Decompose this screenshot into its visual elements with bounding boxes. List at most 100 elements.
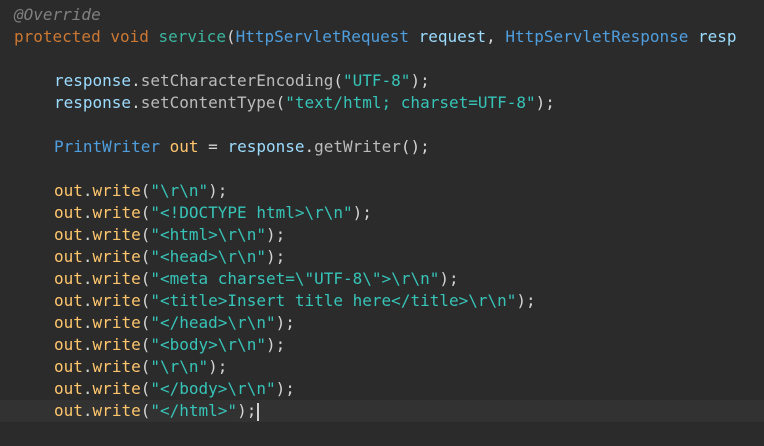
response-ref: response [54, 71, 132, 90]
paren-open: ( [333, 71, 343, 90]
method-call: write [92, 247, 141, 266]
code-line-method-signature[interactable]: protected void service(HttpServletReques… [0, 26, 764, 48]
dot: . [82, 225, 93, 244]
dot: . [82, 335, 93, 354]
code-line-set-content-type[interactable]: response.setContentType("text/html; char… [0, 92, 764, 114]
param-type-response: HttpServletResponse [505, 27, 689, 46]
keyword-protected: protected [14, 27, 101, 46]
string-literal: "<html>\r\n" [150, 225, 266, 244]
method-call: write [92, 357, 141, 376]
out-ref: out [54, 401, 83, 420]
out-ref: out [54, 379, 83, 398]
method-call: write [92, 181, 141, 200]
dot: . [304, 137, 315, 156]
method-call: write [92, 313, 141, 332]
code-line-write[interactable]: out.write("<meta charset=\"UTF-8\">\r\n"… [0, 268, 764, 290]
dot: . [131, 71, 141, 90]
code-line-set-encoding[interactable]: response.setCharacterEncoding("UTF-8"); [0, 70, 764, 92]
string-literal: "<title>Insert title here</title>\r\n" [150, 291, 517, 310]
statement-end: ); [535, 93, 555, 112]
out-ref: out [54, 357, 83, 376]
method-call: write [92, 379, 141, 398]
dot: . [82, 181, 93, 200]
statement-end: ); [208, 357, 228, 376]
out-ref: out [54, 313, 83, 332]
paren-open: ( [140, 357, 151, 376]
paren-open: ( [140, 335, 151, 354]
statement-end: ); [208, 181, 228, 200]
string-literal: "\r\n" [150, 181, 209, 200]
string-literal: "<meta charset=\"UTF-8\">\r\n" [150, 269, 440, 288]
paren-open: ( [140, 379, 151, 398]
param-name-response: resp [698, 27, 737, 46]
text-cursor [257, 402, 260, 421]
dot: . [82, 379, 93, 398]
code-line-writer-decl[interactable]: PrintWriter out = response.getWriter(); [0, 136, 764, 158]
dot: . [131, 93, 141, 112]
code-line-write[interactable]: out.write("<title>Insert title here</tit… [0, 290, 764, 312]
method-call: getWriter [314, 137, 401, 156]
assign-operator: = [208, 137, 218, 156]
code-line-write[interactable]: out.write("</body>\r\n"); [0, 378, 764, 400]
method-call: write [92, 335, 141, 354]
response-ref: response [54, 93, 132, 112]
out-ref: out [54, 181, 83, 200]
param-name-request: request [418, 27, 487, 46]
paren-open: ( [140, 181, 151, 200]
statement-end: ); [275, 313, 295, 332]
string-literal: "UTF-8" [343, 71, 411, 90]
statement-end: ); [410, 71, 430, 90]
string-literal: "text/html; charset=UTF-8" [285, 93, 536, 112]
paren-open: ( [140, 203, 151, 222]
statement-end: ); [439, 269, 459, 288]
dot: . [82, 247, 93, 266]
method-call: write [92, 291, 141, 310]
keyword-void: void [110, 27, 149, 46]
code-editor[interactable]: @Override protected void service(HttpSer… [0, 0, 764, 446]
method-call: write [92, 269, 141, 288]
method-call: setContentType [140, 93, 276, 112]
code-line-write[interactable]: out.write("\r\n"); [0, 356, 764, 378]
statement-end: ); [275, 379, 295, 398]
string-literal: "</html>" [150, 401, 238, 420]
out-ref: out [54, 291, 83, 310]
code-line-write[interactable]: out.write("<html>\r\n"); [0, 224, 764, 246]
dot: . [82, 401, 93, 420]
statement-end: ); [237, 401, 257, 420]
response-ref: response [227, 137, 305, 156]
method-name: service [158, 27, 226, 46]
statement-end: ); [516, 291, 536, 310]
string-literal: "\r\n" [150, 357, 209, 376]
code-line-write[interactable]: out.write("</head>\r\n"); [0, 312, 764, 334]
paren-open: ( [275, 93, 286, 112]
code-line-write[interactable]: out.write("<body>\r\n"); [0, 334, 764, 356]
paren-open: ( [140, 291, 151, 310]
paren-open: ( [140, 247, 151, 266]
paren-open: ( [140, 313, 151, 332]
comma: , [486, 27, 496, 46]
code-line-write-current[interactable]: out.write("</html>"); [0, 400, 764, 422]
statement-end: ); [265, 247, 286, 266]
out-ref: out [54, 247, 83, 266]
annotation-token: @Override [14, 5, 101, 24]
string-literal: "<body>\r\n" [150, 335, 266, 354]
string-literal: "</head>\r\n" [150, 313, 276, 332]
code-line-annotation[interactable]: @Override [0, 4, 764, 26]
string-literal: "</body>\r\n" [150, 379, 276, 398]
code-line-write[interactable]: out.write("<!DOCTYPE html>\r\n"); [0, 202, 764, 224]
paren-open: ( [225, 27, 236, 46]
dot: . [82, 313, 93, 332]
method-call: write [92, 225, 141, 244]
code-line-write[interactable]: out.write("<head>\r\n"); [0, 246, 764, 268]
paren-open: ( [140, 225, 151, 244]
statement-end: ); [352, 203, 372, 222]
statement-end: (); [400, 137, 430, 156]
dot: . [82, 357, 93, 376]
out-ref: out [54, 269, 83, 288]
paren-open: ( [140, 269, 151, 288]
string-literal: "<!DOCTYPE html>\r\n" [150, 203, 353, 222]
code-line-write[interactable]: out.write("\r\n"); [0, 180, 764, 202]
out-ref: out [54, 203, 83, 222]
dot: . [82, 203, 93, 222]
string-literal: "<head>\r\n" [150, 247, 266, 266]
